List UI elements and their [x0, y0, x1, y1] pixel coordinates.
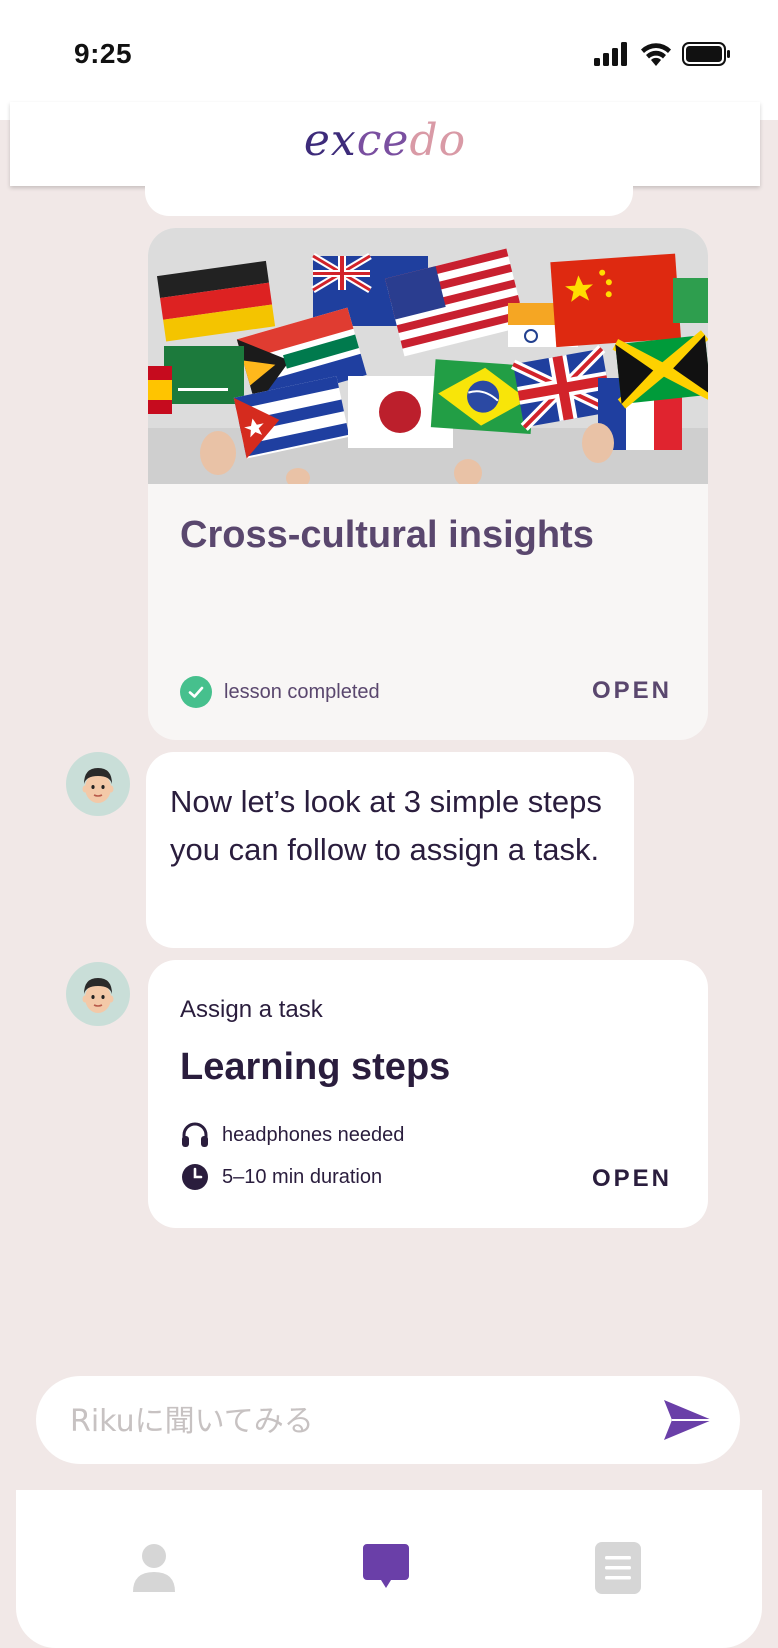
send-icon	[664, 1400, 712, 1440]
task-subtitle: Assign a task	[180, 996, 323, 1023]
requirement-text: headphones needed	[222, 1123, 405, 1146]
battery-icon	[682, 42, 730, 66]
clock-icon	[182, 1164, 208, 1190]
signal-icon	[594, 42, 627, 66]
lesson-title: Cross-cultural insights	[180, 514, 594, 556]
check-circle-icon	[180, 676, 212, 708]
profile-icon	[133, 1544, 175, 1592]
status-icons	[594, 42, 732, 66]
lesson-open-button[interactable]: OPEN	[592, 677, 672, 705]
wifi-icon	[641, 43, 671, 66]
task-open-button[interactable]: OPEN	[592, 1165, 672, 1193]
headphones-icon	[182, 1122, 208, 1147]
previous-message-bubble	[145, 170, 633, 216]
lesson-card[interactable]: Cross-cultural insights lesson completed…	[148, 228, 708, 740]
excedo-logo: excedo	[303, 114, 467, 166]
chat-icon	[363, 1544, 409, 1588]
lesson-status-text: lesson completed	[224, 680, 380, 703]
assistant-avatar	[66, 962, 130, 1026]
task-card[interactable]: Assign a task Learning steps headphones …	[148, 960, 708, 1228]
chat-input-bar	[36, 1376, 740, 1464]
tab-profile[interactable]	[124, 1538, 184, 1598]
flags-image	[148, 228, 708, 484]
status-time: 9:25	[74, 38, 133, 69]
list-icon	[595, 1542, 641, 1594]
message-text: Now let’s look at 3 simple steps you can…	[170, 784, 602, 867]
tab-bar	[16, 1490, 762, 1648]
duration-text: 5–10 min duration	[222, 1165, 383, 1188]
chat-input[interactable]	[68, 1394, 632, 1448]
lesson-status: lesson completed	[180, 676, 380, 708]
tab-chat[interactable]	[356, 1538, 416, 1598]
task-requirement: headphones needed	[180, 1120, 404, 1150]
task-title: Learning steps	[180, 1046, 451, 1088]
task-duration: 5–10 min duration	[180, 1162, 382, 1192]
tab-list[interactable]	[588, 1538, 648, 1598]
message-bubble: Now let’s look at 3 simple steps you can…	[146, 752, 634, 948]
send-button[interactable]	[660, 1396, 716, 1444]
assistant-avatar	[66, 752, 130, 816]
